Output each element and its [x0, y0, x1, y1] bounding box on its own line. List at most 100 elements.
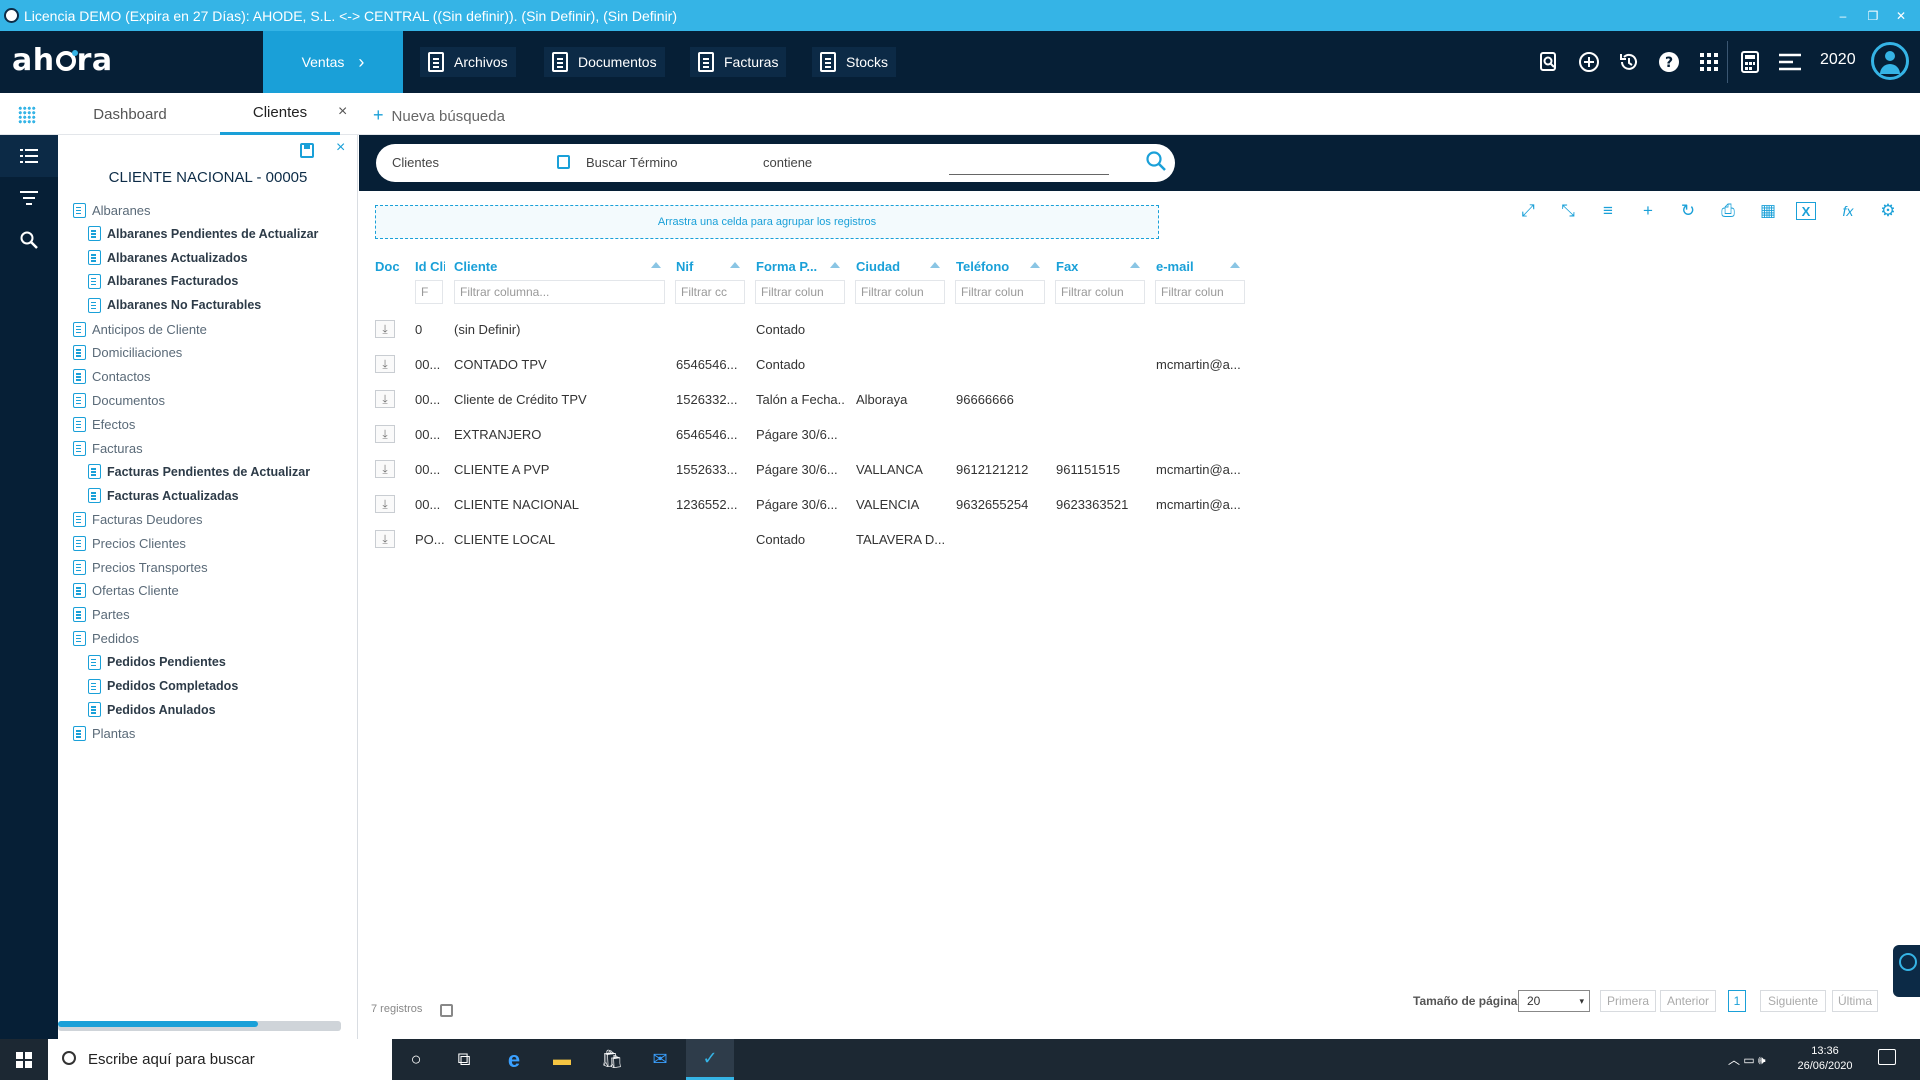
menu-facturas[interactable]: Facturas: [690, 47, 787, 77]
column-email[interactable]: e-mail: [1156, 259, 1226, 277]
download-icon[interactable]: ⤓: [375, 530, 395, 548]
column-doc[interactable]: Doc: [375, 259, 401, 277]
store-icon[interactable]: 🛍: [588, 1039, 636, 1080]
history-icon[interactable]: [1614, 47, 1644, 77]
tree-item[interactable]: Domiciliaciones: [73, 342, 182, 364]
search-submit-icon[interactable]: [1145, 150, 1167, 172]
search-term-label[interactable]: Buscar Término: [586, 155, 678, 170]
tree-item[interactable]: Albaranes No Facturables: [88, 294, 261, 316]
column-nif[interactable]: Nif: [676, 259, 716, 277]
tree-item[interactable]: Albaranes Facturados: [88, 270, 238, 292]
filter-input-fax[interactable]: Filtrar colun: [1055, 280, 1145, 304]
close-window-button[interactable]: ✕: [1882, 0, 1920, 31]
excel-icon[interactable]: X: [1796, 202, 1816, 220]
table-row[interactable]: ⤓ PO... CLIENTE LOCAL Contado TALAVERA D...: [372, 522, 1252, 557]
tree-item[interactable]: Albaranes: [73, 199, 151, 221]
save-icon[interactable]: [300, 143, 314, 158]
column-telefono[interactable]: Teléfono: [956, 259, 1026, 277]
tree-item[interactable]: Albaranes Actualizados: [88, 247, 248, 269]
mail-icon[interactable]: ✉: [636, 1039, 684, 1080]
fiscal-year[interactable]: 2020: [1820, 51, 1856, 69]
scrollbar-thumb[interactable]: [58, 1021, 258, 1027]
sort-icon[interactable]: [830, 262, 840, 268]
task-view-icon[interactable]: ⧉: [440, 1039, 488, 1080]
sort-icon[interactable]: [730, 262, 740, 268]
table-row[interactable]: ⤓ 00... CONTADO TPV 6546546... Contado mcmart…: [372, 347, 1252, 382]
close-tab-icon[interactable]: ×: [338, 103, 347, 121]
page-size-select[interactable]: 20 ▾: [1518, 990, 1590, 1012]
sort-icon[interactable]: [1230, 262, 1240, 268]
search-entity[interactable]: Clientes: [392, 155, 439, 170]
menu-documentos[interactable]: Documentos: [544, 47, 665, 77]
ahora-app-icon[interactable]: ✓: [686, 1039, 734, 1080]
download-icon[interactable]: ⤓: [375, 460, 395, 478]
tree-item[interactable]: Contactos: [73, 366, 151, 388]
table-row[interactable]: ⤓ 00... EXTRANJERO 6546546... Págare 30/6...: [372, 417, 1252, 452]
list-view-icon[interactable]: [0, 135, 58, 177]
download-icon[interactable]: ⤓: [375, 390, 395, 408]
table-row[interactable]: ⤓ 00... CLIENTE A PVP 1552633... Págare 30/6…: [372, 452, 1252, 487]
filter-input-telefono[interactable]: Filtrar colun: [955, 280, 1045, 304]
menu-archivos[interactable]: Archivos: [420, 47, 516, 77]
table-row[interactable]: ⤓ 00... CLIENTE NACIONAL 1236552... Págare 3…: [372, 487, 1252, 522]
tree-item[interactable]: Pedidos Completados: [88, 675, 238, 697]
column-fax[interactable]: Fax: [1056, 259, 1126, 277]
apps-grid-icon[interactable]: [1694, 47, 1724, 77]
search-operator[interactable]: contiene: [763, 155, 812, 170]
layout-icon[interactable]: ▦: [1756, 199, 1780, 223]
sort-icon[interactable]: [930, 262, 940, 268]
filter-input-email[interactable]: Filtrar colun: [1155, 280, 1245, 304]
search-icon[interactable]: [0, 219, 58, 261]
tree-item[interactable]: Facturas Pendientes de Actualizar: [88, 461, 310, 483]
tree-item[interactable]: Ofertas Cliente: [73, 580, 179, 602]
tree-item[interactable]: Facturas: [73, 437, 143, 459]
refresh-icon[interactable]: ↻: [1676, 199, 1700, 223]
group-drop-zone[interactable]: Arrastra una celda para agrupar los regi…: [375, 205, 1159, 239]
file-explorer-icon[interactable]: ▬: [538, 1039, 586, 1080]
taskbar-search-input[interactable]: Escribe aquí para buscar: [48, 1039, 392, 1080]
settings-icon[interactable]: ⚙: [1876, 199, 1900, 223]
save-icon[interactable]: [440, 1004, 453, 1017]
tree-item[interactable]: Pedidos: [73, 627, 139, 649]
collapse-icon[interactable]: ⤡: [1556, 199, 1580, 223]
launcher-grid-icon[interactable]: [18, 106, 36, 124]
column-forma-pago[interactable]: Forma P...: [756, 259, 826, 277]
menu-stocks[interactable]: Stocks: [812, 47, 897, 77]
brand-logo[interactable]: ah ra: [12, 43, 113, 78]
clear-filter-icon[interactable]: ≡: [1596, 199, 1620, 223]
column-id-cli[interactable]: Id Cli: [415, 259, 445, 277]
tree-item[interactable]: Facturas Deudores: [73, 508, 203, 530]
system-tray-icons[interactable]: ︿ ▭ 🕪: [1728, 1051, 1766, 1068]
download-icon[interactable]: ⤓: [375, 355, 395, 373]
close-panel-icon[interactable]: ×: [336, 139, 345, 157]
assistant-side-tab[interactable]: [1893, 945, 1920, 997]
tree-item[interactable]: Documentos: [73, 389, 165, 411]
tree-item[interactable]: Precios Clientes: [73, 532, 186, 554]
cortana-icon[interactable]: ○: [392, 1039, 440, 1080]
expand-icon[interactable]: ⤢: [1516, 199, 1540, 223]
first-page-button[interactable]: Primera: [1600, 990, 1656, 1012]
tree-item[interactable]: Plantas: [73, 723, 135, 745]
help-icon[interactable]: ?: [1654, 47, 1684, 77]
download-icon[interactable]: ⤓: [375, 320, 395, 338]
filter-input-nif[interactable]: Filtrar cc: [675, 280, 745, 304]
tree-item[interactable]: Precios Transportes: [73, 556, 208, 578]
tree-item[interactable]: Facturas Actualizadas: [88, 485, 239, 507]
column-cliente[interactable]: Cliente: [454, 259, 534, 277]
column-ciudad[interactable]: Ciudad: [856, 259, 926, 277]
table-row[interactable]: ⤓ 00... Cliente de Crédito TPV 1526332... Ta…: [372, 382, 1252, 417]
print-icon[interactable]: ⎙: [1716, 199, 1740, 223]
previous-page-button[interactable]: Anterior: [1660, 990, 1716, 1012]
sort-icon[interactable]: [1130, 262, 1140, 268]
edge-browser-icon[interactable]: e: [490, 1039, 538, 1080]
filter-input-id[interactable]: F: [415, 280, 443, 304]
download-icon[interactable]: ⤓: [375, 495, 395, 513]
search-doc-icon[interactable]: [1534, 47, 1564, 77]
filter-input-forma-pago[interactable]: Filtrar colun: [755, 280, 845, 304]
module-ventas-button[interactable]: Ventas ›: [263, 31, 403, 93]
add-icon[interactable]: +: [1636, 199, 1660, 223]
filter-input-cliente[interactable]: Filtrar columna...: [454, 280, 665, 304]
tree-item[interactable]: Efectos: [73, 413, 135, 435]
tree-item[interactable]: Albaranes Pendientes de Actualizar: [88, 223, 318, 245]
sort-icon[interactable]: [1030, 262, 1040, 268]
